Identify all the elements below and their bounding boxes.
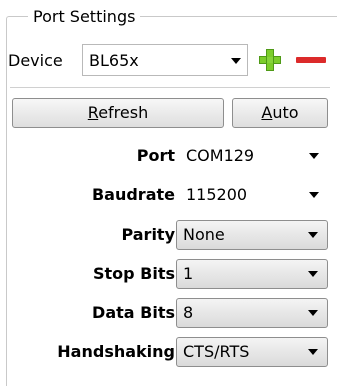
minus-icon[interactable] [296,57,326,63]
data-bits-value[interactable]: 8 [183,303,193,323]
port-value[interactable]: COM129 [186,146,254,166]
parity-value[interactable]: None [183,225,225,245]
handshaking-combobox[interactable]: CTS/RTS [176,337,328,367]
group-title: Port Settings [28,8,141,26]
data-bits-combobox[interactable]: 8 [176,298,328,328]
parity-combobox[interactable]: None [176,220,328,250]
plus-icon[interactable] [258,48,282,72]
chevron-down-icon[interactable] [309,153,319,159]
separator [10,87,330,88]
baudrate-combobox[interactable]: 115200 [180,180,328,210]
chevron-down-icon[interactable] [231,58,241,64]
stop-bits-label: Stop Bits [92,264,175,283]
port-label: Port [136,146,175,165]
chevron-down-icon[interactable] [309,192,319,198]
baudrate-value[interactable]: 115200 [186,185,247,205]
device-value[interactable]: BL65x [89,51,139,71]
chevron-down-icon[interactable] [308,310,318,316]
data-bits-label: Data Bits [92,303,175,322]
refresh-button[interactable]: Refresh [12,98,224,128]
auto-button[interactable]: Auto [232,98,328,128]
handshaking-value[interactable]: CTS/RTS [183,342,249,362]
device-label: Device [8,51,63,70]
device-combobox[interactable]: BL65x [82,44,248,76]
stop-bits-value[interactable]: 1 [183,264,193,284]
handshaking-label: Handshaking [57,342,175,361]
chevron-down-icon[interactable] [308,232,318,238]
port-combobox[interactable]: COM129 [180,141,328,171]
chevron-down-icon[interactable] [308,349,318,355]
stop-bits-combobox[interactable]: 1 [176,259,328,289]
parity-label: Parity [121,225,175,244]
chevron-down-icon[interactable] [308,271,318,277]
baudrate-label: Baudrate [91,185,175,204]
